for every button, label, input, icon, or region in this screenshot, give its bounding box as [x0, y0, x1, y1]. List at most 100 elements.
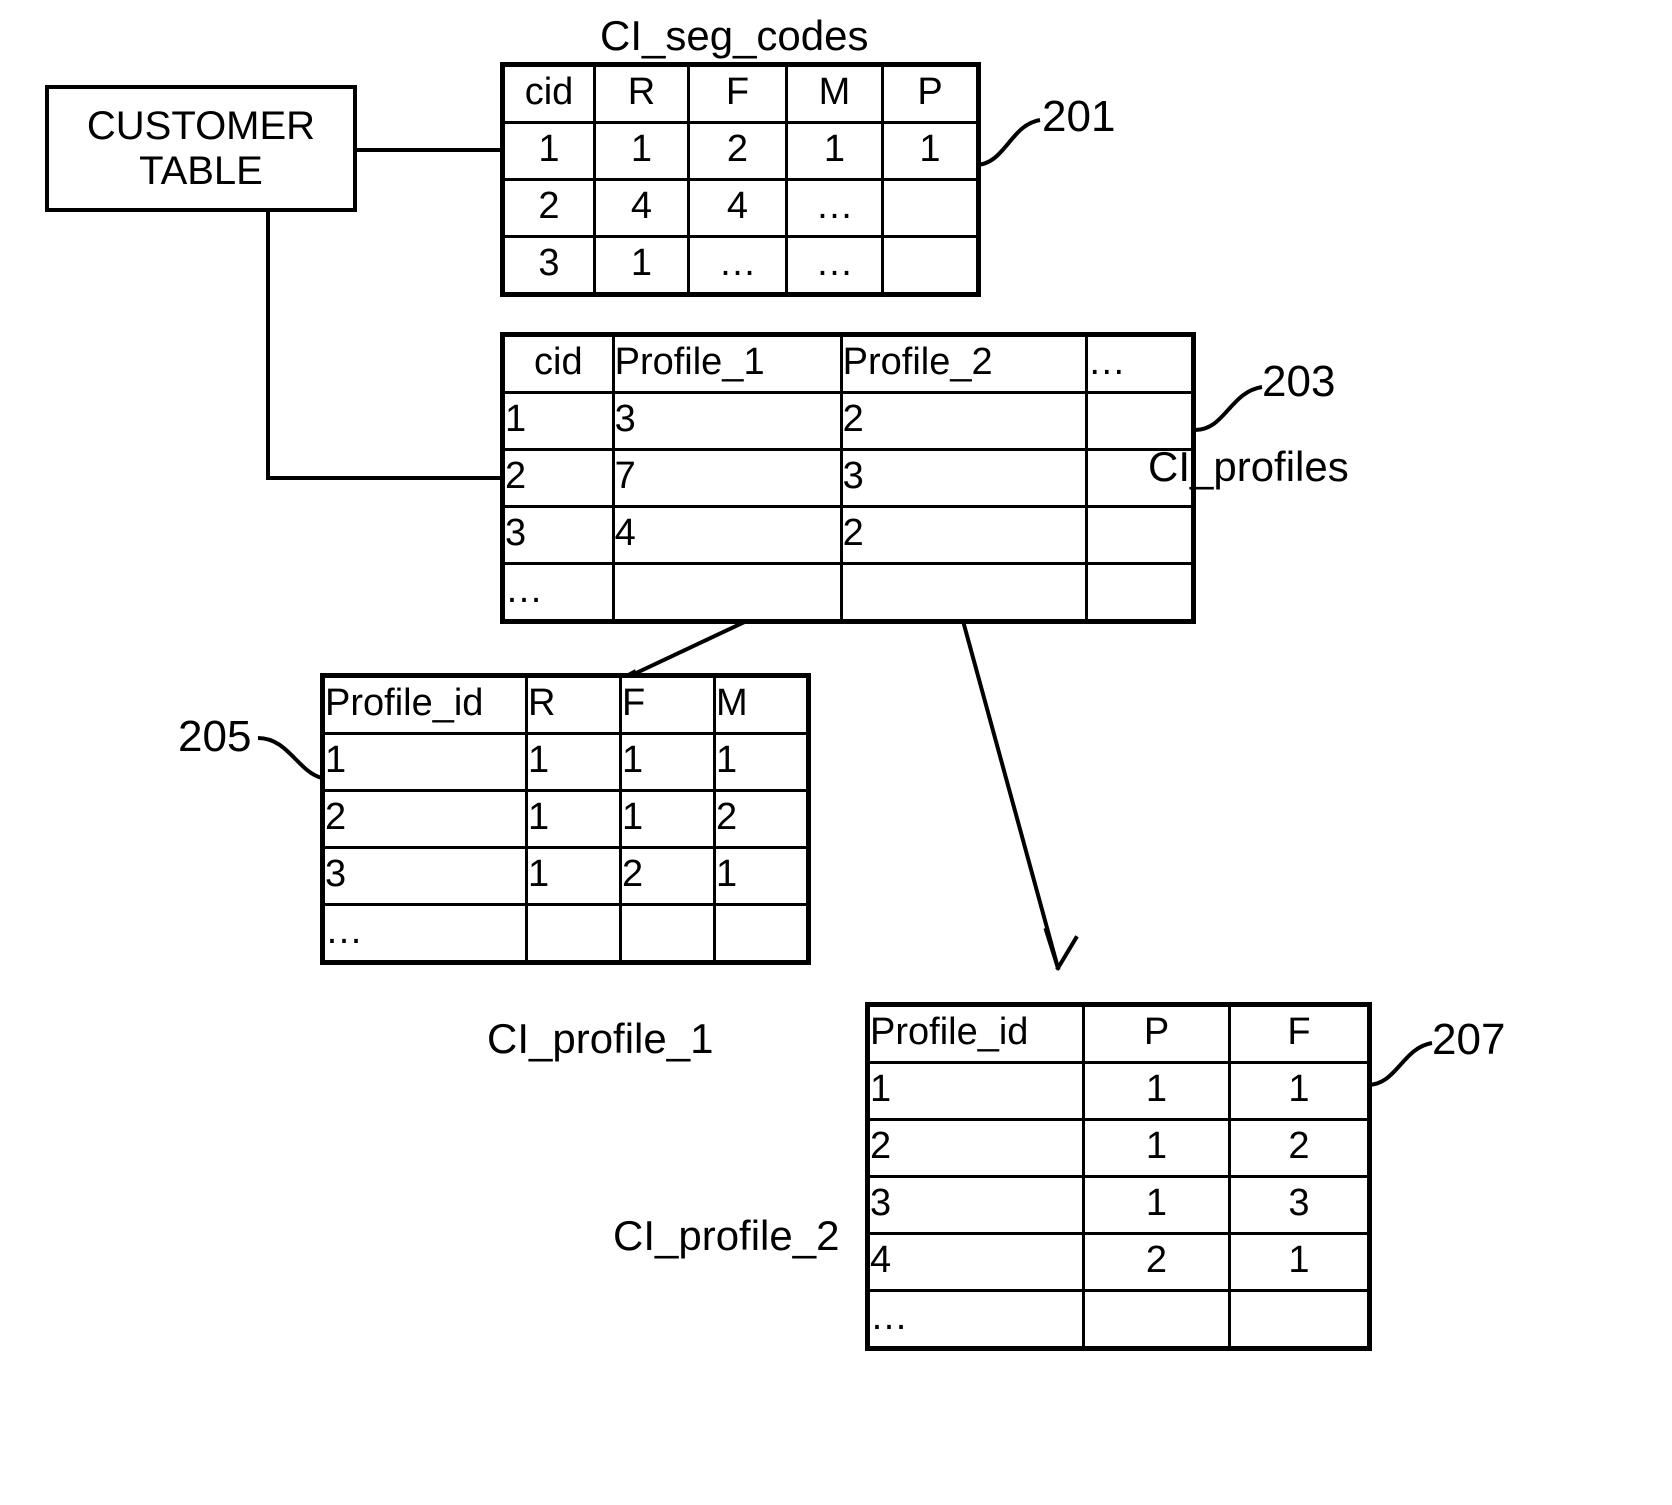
cell: 4: [687, 178, 788, 238]
cell: 1: [1082, 1175, 1231, 1235]
ref-number-201: 201: [1042, 92, 1116, 141]
cell: 1: [1228, 1061, 1371, 1121]
table-row: 2 1 1 2: [321, 789, 810, 849]
cell: 1: [501, 121, 596, 181]
cell: …: [785, 235, 884, 296]
cell: 2: [713, 789, 810, 849]
table-row: 3 4 2: [501, 505, 1196, 565]
table-row: 4 2 1: [866, 1232, 1371, 1292]
cell: 1: [525, 789, 622, 849]
link-customer-to-profiles: [266, 212, 500, 480]
ref-number-203: 203: [1262, 357, 1336, 406]
cell: 3: [501, 505, 615, 565]
cell: 1: [1228, 1232, 1371, 1292]
cell: 1: [1082, 1061, 1231, 1121]
cell: 1: [593, 235, 690, 296]
cell: …: [687, 235, 788, 296]
col-header: M: [713, 674, 810, 735]
col-header: Profile_id: [321, 674, 528, 735]
cell: [881, 235, 980, 296]
cell: [713, 903, 810, 964]
cell: 1: [866, 1061, 1085, 1121]
col-header: cid: [501, 63, 596, 124]
cell: [881, 178, 980, 238]
cell: 1: [619, 732, 716, 792]
cell: …: [321, 903, 528, 964]
cell: 4: [866, 1232, 1085, 1292]
cell: 2: [1228, 1118, 1371, 1178]
cell: [619, 903, 716, 964]
cell: [1228, 1289, 1371, 1350]
cell: 2: [321, 789, 528, 849]
table-row: 1 1 1 1: [321, 732, 810, 792]
leader-201: [974, 118, 1041, 167]
cell: 7: [611, 448, 843, 508]
col-header: Profile_2: [839, 333, 1088, 394]
cell: 2: [866, 1118, 1085, 1178]
table-ci-profile-2: Profile_id P F 1 1 1 2 1 2 3 1 3 4 2 1 …: [865, 1002, 1372, 1351]
table-row: 3 1 … …: [501, 235, 980, 296]
cell: 3: [839, 448, 1088, 508]
cell: 2: [1082, 1232, 1231, 1292]
cell: 1: [785, 121, 884, 181]
leader-203: [1194, 385, 1263, 432]
cell: 3: [321, 846, 528, 906]
cell: 4: [611, 505, 843, 565]
col-header: cid: [501, 333, 615, 394]
table-row: 2 4 4 …: [501, 178, 980, 238]
cell: [1084, 505, 1196, 565]
cell: …: [866, 1289, 1085, 1350]
cell: 3: [866, 1175, 1085, 1235]
cell: 2: [839, 391, 1088, 451]
table-header-row: cid Profile_1 Profile_2 …: [501, 333, 1196, 394]
col-header: F: [1228, 1003, 1371, 1064]
cell: 4: [593, 178, 690, 238]
col-header: Profile_id: [866, 1003, 1085, 1064]
cell: 1: [501, 391, 615, 451]
customer-table-box[interactable]: CUSTOMER TABLE: [45, 85, 357, 212]
col-header: R: [593, 63, 690, 124]
cell: 1: [525, 846, 622, 906]
ref-number-205: 205: [178, 712, 252, 761]
ci-profiles-label: CI_profiles: [1148, 443, 1349, 490]
arrow-profiles-to-profile2: [958, 609, 1060, 969]
col-header: R: [525, 674, 622, 735]
col-header: M: [785, 63, 884, 124]
col-header: F: [619, 674, 716, 735]
patent-figure: CUSTOMER TABLE CI_seg_codes cid R F M P …: [0, 0, 1672, 1505]
cell: 1: [525, 732, 622, 792]
cell: …: [785, 178, 884, 238]
cell: 1: [881, 121, 980, 181]
table-header-row: cid R F M P: [501, 63, 980, 124]
table-row: 1 3 2: [501, 391, 1196, 451]
col-header: Profile_1: [611, 333, 843, 394]
cell: [1082, 1289, 1231, 1350]
leader-205: [257, 736, 323, 780]
ci-seg-codes-title: CI_seg_codes: [600, 12, 869, 59]
table-header-row: Profile_id R F M: [321, 674, 810, 735]
cell: 1: [321, 732, 528, 792]
ci-profile-1-label: CI_profile_1: [487, 1015, 714, 1062]
cell: [525, 903, 622, 964]
cell: 1: [1082, 1118, 1231, 1178]
cell: [1084, 391, 1196, 451]
table-row: 2 1 2: [866, 1118, 1371, 1178]
ci-profile-2-label: CI_profile_2: [613, 1212, 840, 1259]
table-row: 3 1 3: [866, 1175, 1371, 1235]
cell: 2: [619, 846, 716, 906]
cell: 2: [501, 178, 596, 238]
table-row: 2 7 3: [501, 448, 1196, 508]
col-header: F: [687, 63, 788, 124]
col-header: …: [1084, 333, 1196, 394]
cell: 1: [713, 846, 810, 906]
ref-number-207: 207: [1432, 1015, 1506, 1064]
table-ci-seg-codes: cid R F M P 1 1 2 1 1 2 4 4 … 3 1 … …: [500, 62, 981, 297]
customer-table-line1: CUSTOMER: [86, 103, 316, 148]
customer-table-line2: TABLE: [139, 148, 263, 193]
table-row: …: [321, 903, 810, 964]
cell: 3: [1228, 1175, 1371, 1235]
table-ci-profile-1: Profile_id R F M 1 1 1 1 2 1 1 2 3 1 2 1…: [320, 673, 811, 965]
leader-207: [1366, 1041, 1433, 1087]
cell: 1: [619, 789, 716, 849]
table-row: 3 1 2 1: [321, 846, 810, 906]
